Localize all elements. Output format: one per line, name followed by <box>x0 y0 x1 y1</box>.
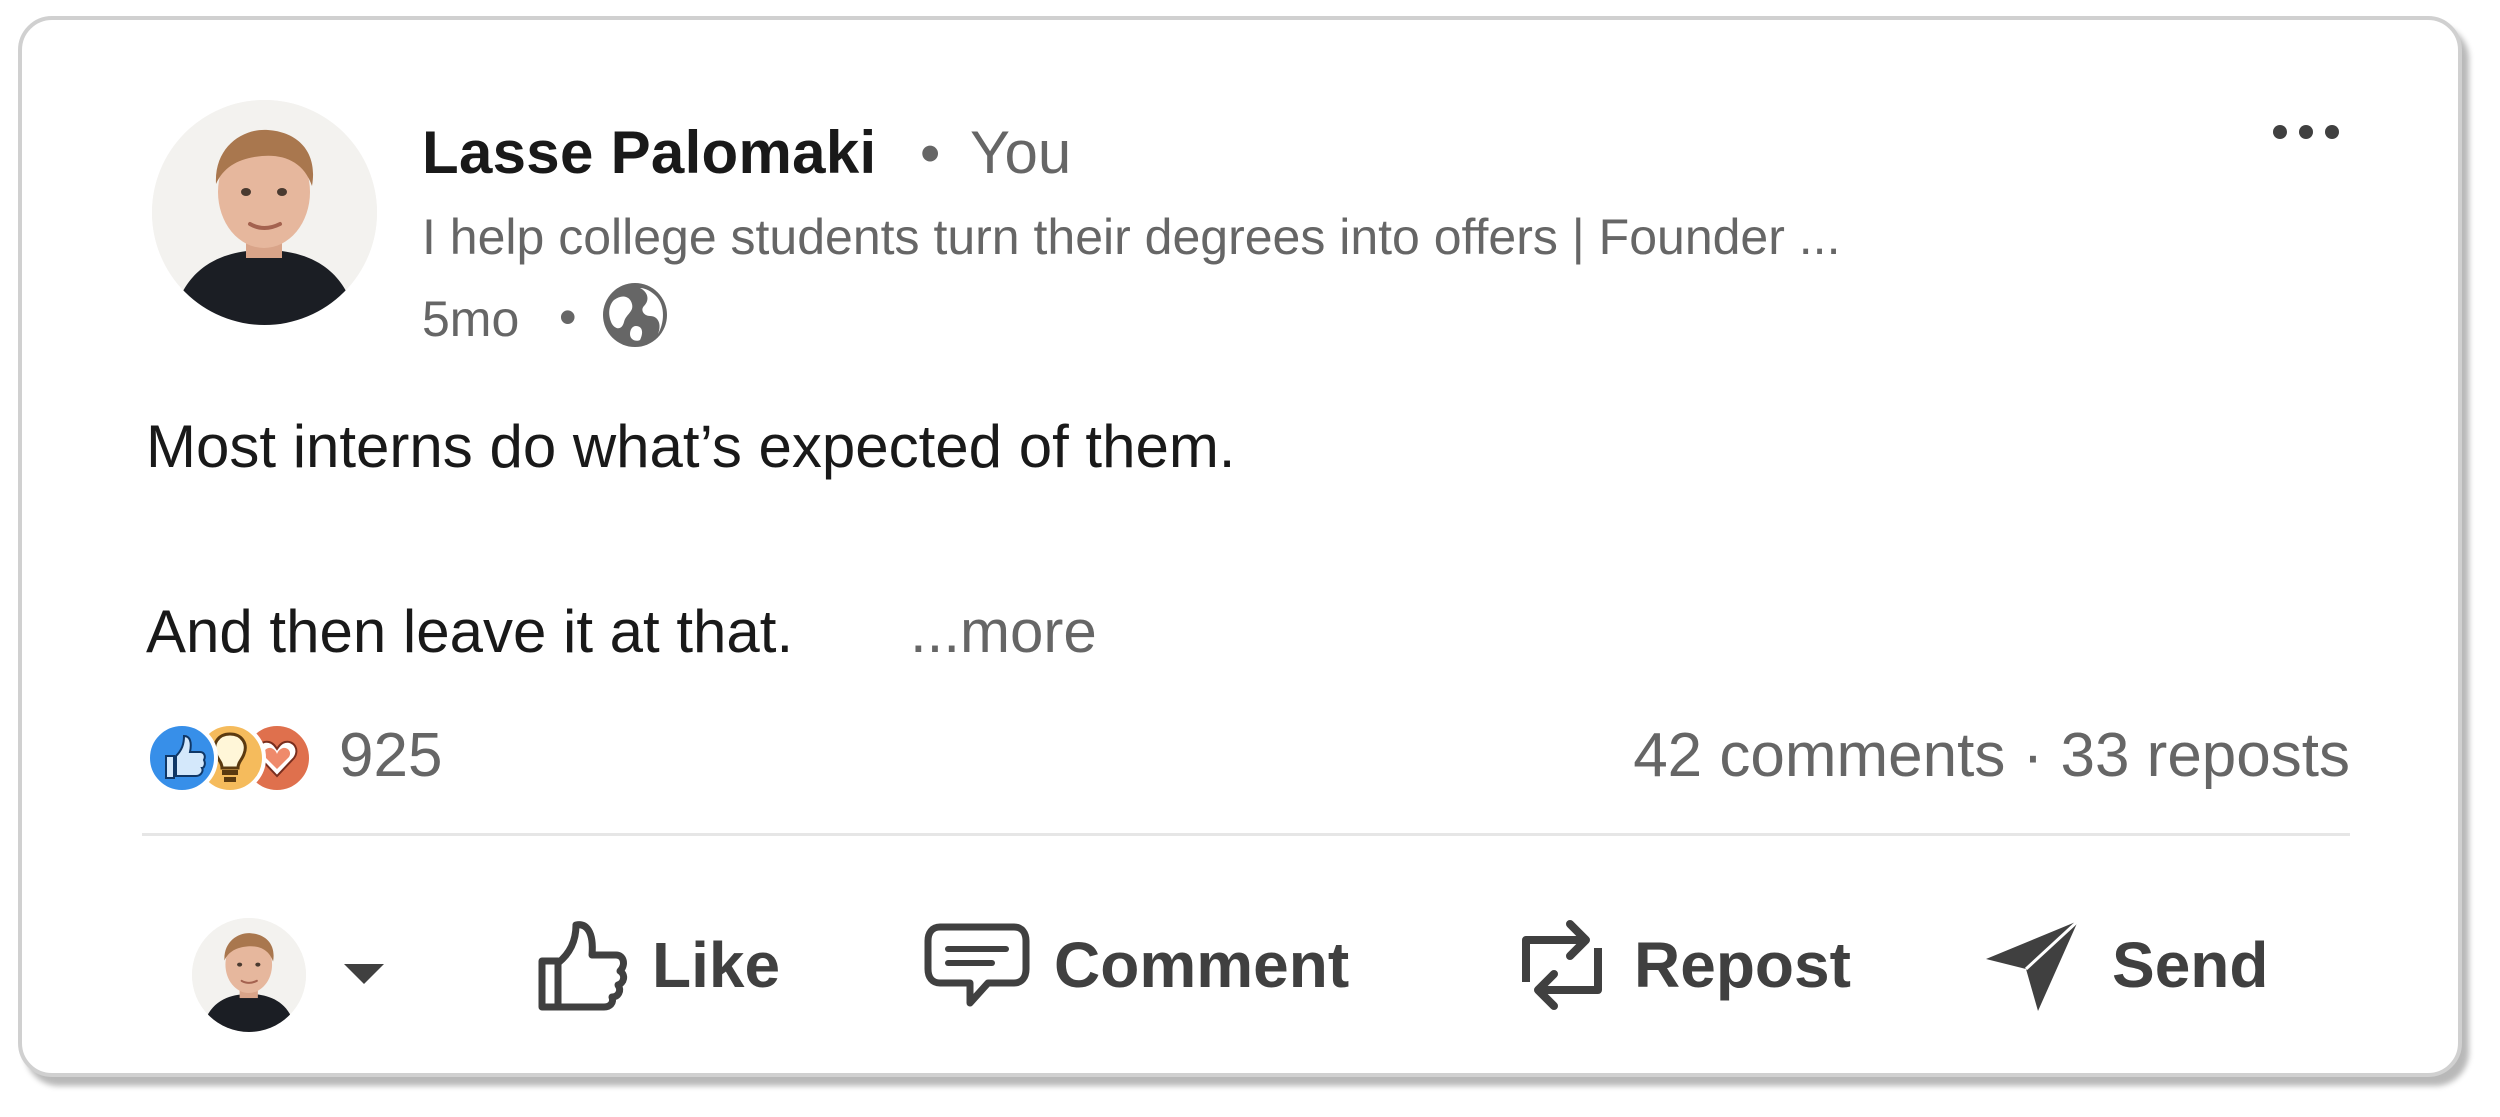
repost-label: Repost <box>1634 929 1851 1001</box>
post-text-line: Most interns do what’s expected of them. <box>146 413 1236 480</box>
like-reaction-icon <box>146 722 218 794</box>
repost-button[interactable]: Repost <box>1512 900 1851 1030</box>
divider <box>142 833 2350 836</box>
author-name[interactable]: Lasse Palomaki <box>422 118 876 187</box>
comments-count[interactable]: 42 comments <box>1633 721 2005 790</box>
like-button[interactable]: Like <box>534 900 780 1030</box>
send-label: Send <box>2112 929 2269 1001</box>
counts-separator: · <box>2022 721 2044 790</box>
author-headline: I help college students turn their degre… <box>422 209 1841 265</box>
post-card: Lasse Palomaki • You I help college stud… <box>18 16 2462 1077</box>
thumbs-up-icon <box>534 915 630 1015</box>
actor-switcher-button[interactable] <box>192 900 412 1032</box>
actor-avatar <box>192 918 306 1032</box>
reaction-icons[interactable] <box>144 720 344 796</box>
author-relation: You <box>970 119 1072 186</box>
reposts-count[interactable]: 33 reposts <box>2060 721 2350 790</box>
post-timestamp: 5mo <box>422 291 520 347</box>
more-options-icon[interactable] <box>2266 112 2346 152</box>
post-text-line: And then leave it at that. <box>146 598 794 665</box>
comment-button[interactable]: Comment <box>922 900 1349 1030</box>
send-icon <box>1982 915 2082 1015</box>
globe-icon <box>600 280 670 350</box>
timestamp-separator: • <box>559 289 577 345</box>
chevron-down-icon <box>340 958 388 988</box>
repost-icon <box>1512 910 1612 1020</box>
see-more-link[interactable]: ...more <box>910 597 1097 666</box>
social-counts: 42 comments · 33 reposts <box>1633 720 2350 791</box>
send-button[interactable]: Send <box>1982 900 2268 1030</box>
relation-separator: • <box>920 121 941 186</box>
comment-label: Comment <box>1054 929 1350 1001</box>
author-avatar[interactable] <box>152 100 377 325</box>
comment-icon <box>922 915 1032 1015</box>
reaction-count[interactable]: 925 <box>339 720 442 791</box>
like-label: Like <box>652 929 781 1001</box>
